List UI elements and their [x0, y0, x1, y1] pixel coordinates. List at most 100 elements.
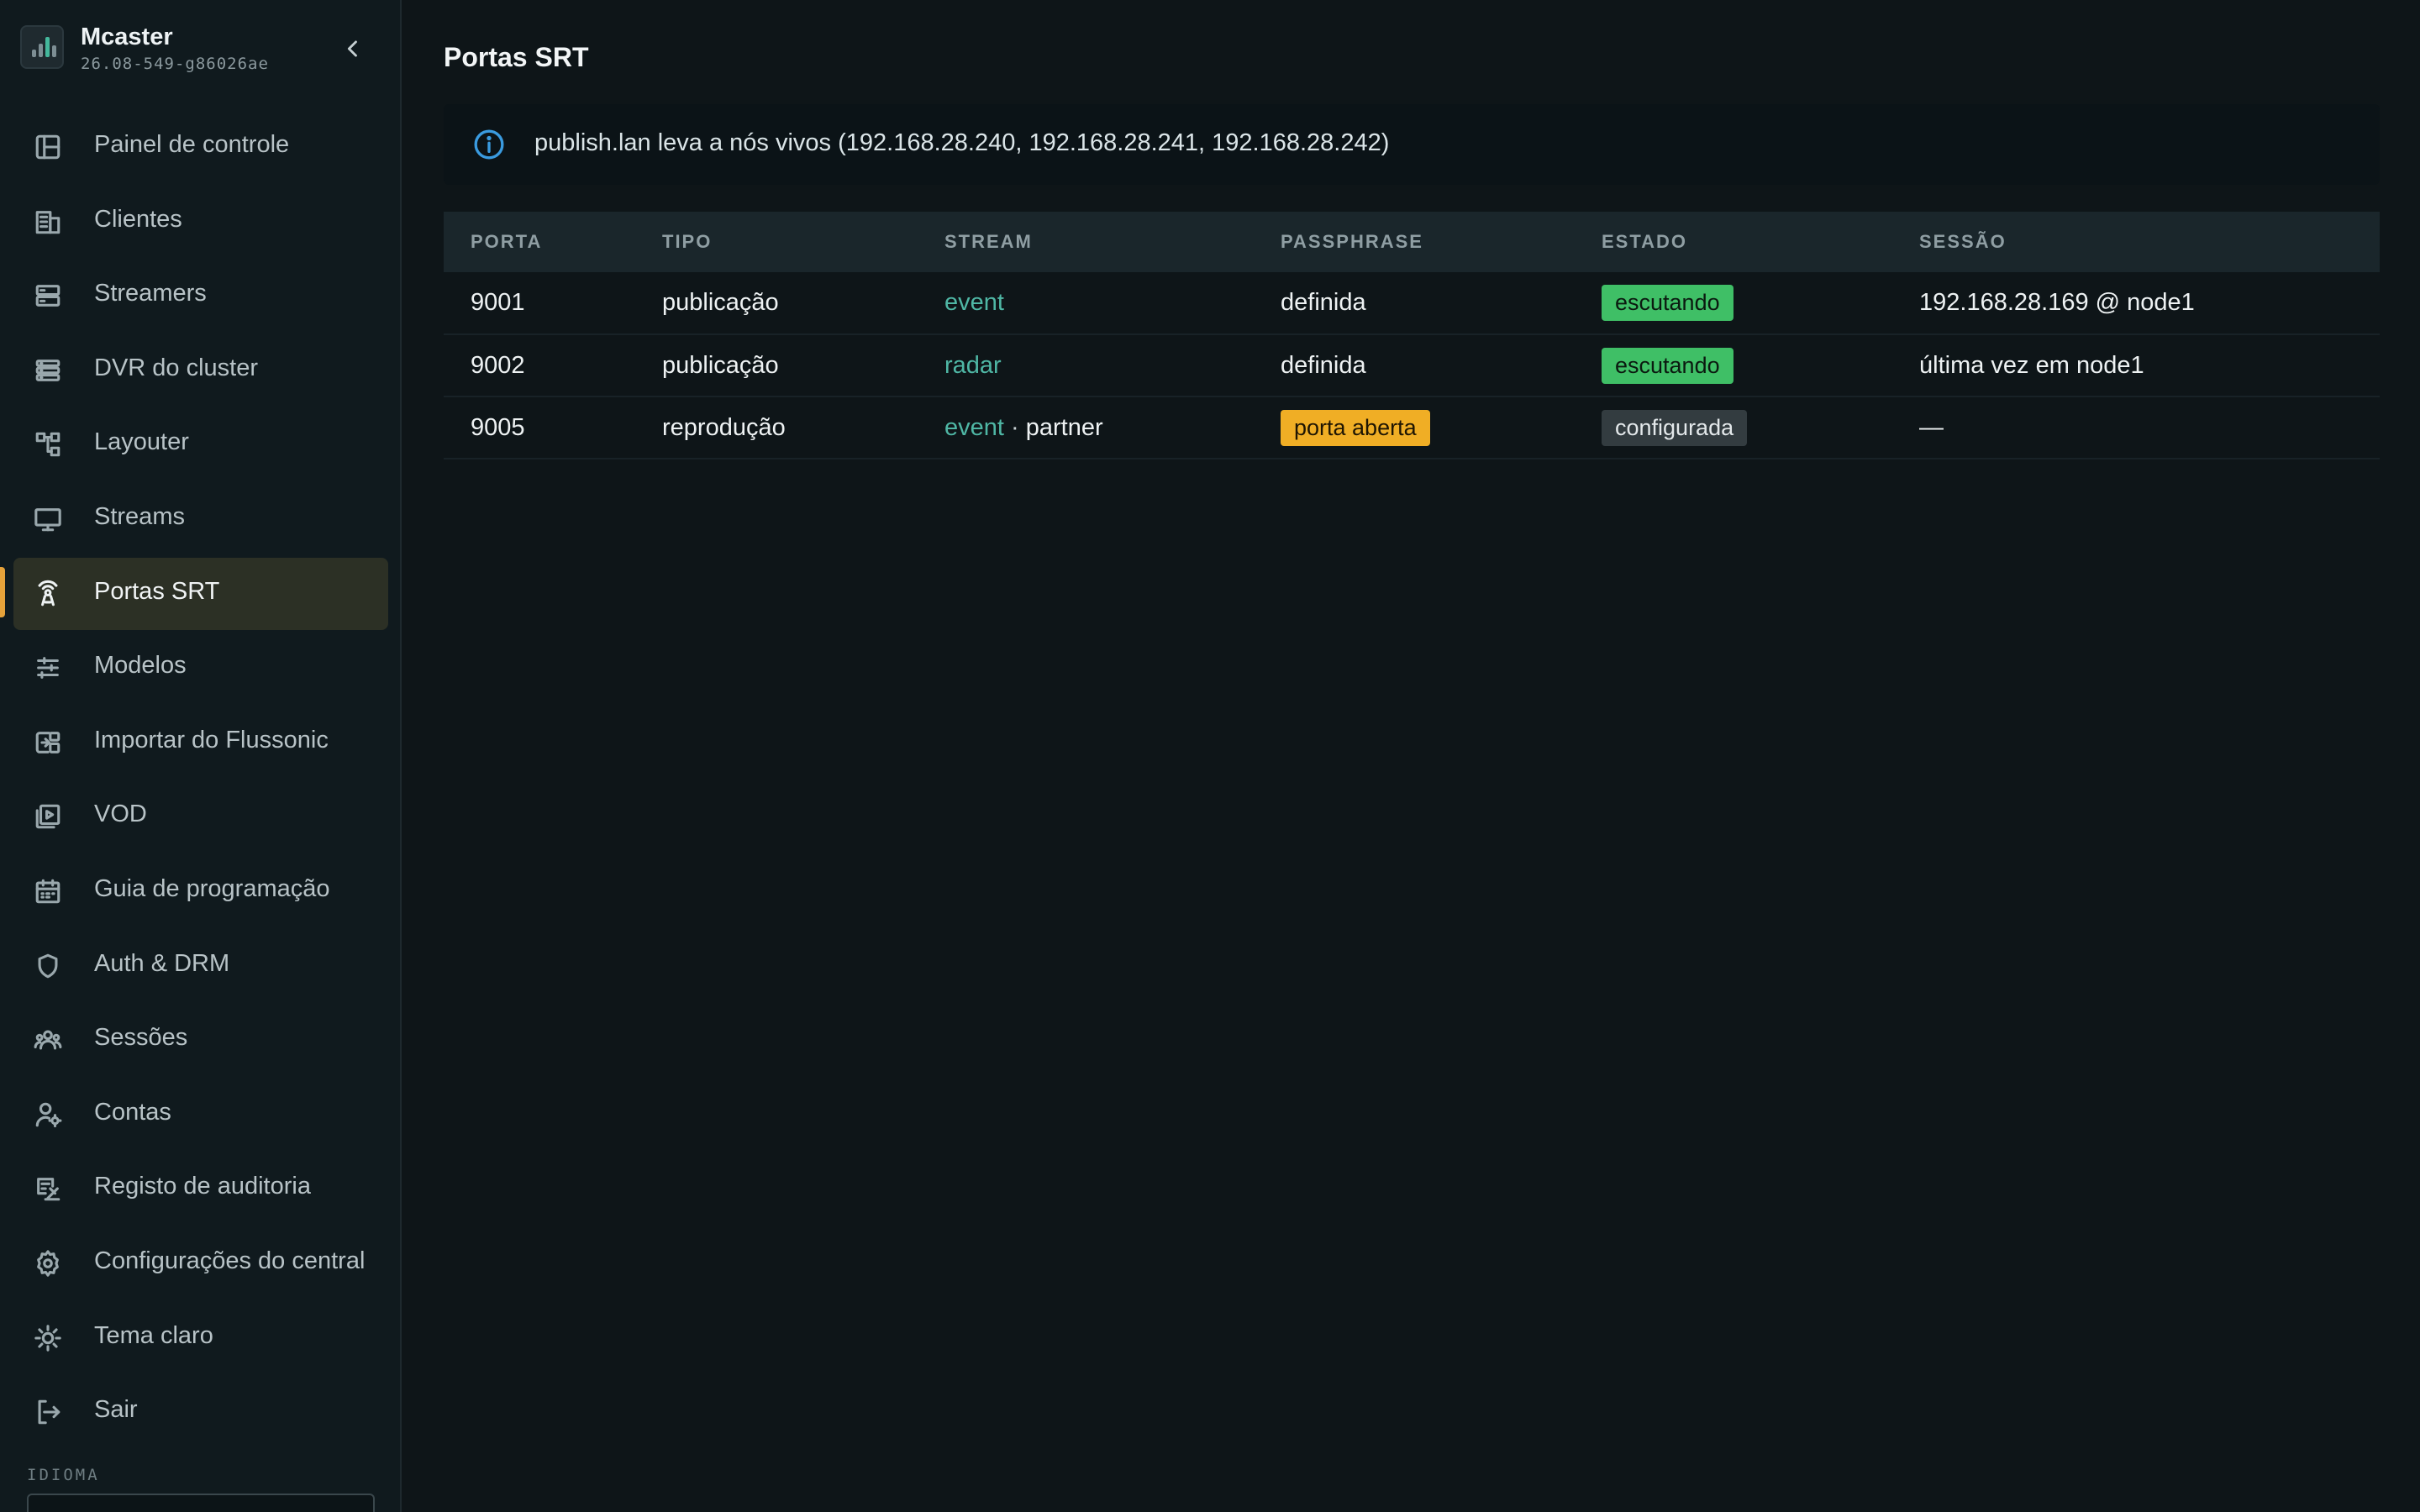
- info-banner: publish.lan leva a nós vivos (192.168.28…: [444, 104, 2380, 185]
- sidebar-item-program-guide[interactable]: Guia de programação: [13, 855, 388, 927]
- stream-cell: radar: [918, 334, 1254, 397]
- stream-partner: partner: [1025, 413, 1103, 441]
- chevron-left-icon: [347, 40, 357, 57]
- audit-icon: [34, 1174, 62, 1203]
- sidebar-item-light-theme[interactable]: Tema claro: [13, 1302, 388, 1374]
- type-cell: publicação: [635, 334, 918, 397]
- passphrase-cell: porta aberta: [1254, 396, 1575, 459]
- stream-cell: event: [918, 272, 1254, 335]
- table-row: 9005 reprodução event · partner porta ab…: [444, 396, 2380, 459]
- state-cell: escutando: [1575, 272, 1892, 335]
- sidebar-nav: Painel de controle Clientes Streamers DV…: [13, 111, 388, 1451]
- port-cell: 9002: [444, 334, 635, 397]
- app-name: Mcaster: [81, 24, 173, 50]
- open-port-badge: porta aberta: [1281, 409, 1430, 446]
- sidebar-item-streams[interactable]: Streams: [13, 483, 388, 555]
- page-title: Portas SRT: [444, 42, 589, 72]
- app-version: 26.08-549-g86026ae: [81, 55, 269, 73]
- status-badge: configurada: [1602, 409, 1748, 446]
- separator-dot: ·: [1003, 413, 1026, 441]
- sidebar-item-central-settings[interactable]: Configurações do central: [13, 1227, 388, 1299]
- state-cell: escutando: [1575, 334, 1892, 397]
- sidebar-item-label: Sessões: [94, 1024, 188, 1052]
- sidebar-item-dashboard[interactable]: Painel de controle: [13, 111, 388, 183]
- column-header-stream: STREAM: [944, 231, 1033, 252]
- shield-icon: [34, 952, 62, 980]
- sidebar-item-label: DVR do cluster: [94, 354, 259, 381]
- sidebar-item-label: Streams: [94, 502, 185, 530]
- passphrase-cell: definida: [1254, 272, 1575, 335]
- session-cell: —: [1892, 396, 2380, 459]
- port-cell: 9005: [444, 396, 635, 459]
- video-library-icon: [34, 802, 62, 831]
- sidebar-item-logout[interactable]: Sair: [13, 1376, 388, 1448]
- sidebar-item-accounts[interactable]: Contas: [13, 1079, 388, 1151]
- sidebar-item-label: Sair: [94, 1396, 138, 1424]
- table-header-row: PORTA TIPO STREAM PASSPHRASE ESTADO SESS…: [444, 212, 2380, 272]
- status-badge: escutando: [1602, 285, 1733, 321]
- sidebar-item-sessions[interactable]: Sessões: [13, 1004, 388, 1076]
- srt-ports-table: PORTA TIPO STREAM PASSPHRASE ESTADO SESS…: [444, 212, 2380, 459]
- sidebar-item-label: Guia de programação: [94, 874, 330, 902]
- main-content: Portas SRT publish.lan leva a nós vivos …: [403, 0, 2420, 1512]
- calendar-icon: [34, 877, 62, 906]
- active-indicator: [0, 567, 5, 617]
- language-label: IDIOMA: [27, 1466, 100, 1484]
- sidebar-item-auth-drm[interactable]: Auth & DRM: [13, 930, 388, 1002]
- sidebar-item-srt-ports[interactable]: Portas SRT: [13, 557, 388, 630]
- sun-icon: [34, 1324, 62, 1352]
- sidebar-item-models[interactable]: Modelos: [13, 632, 388, 704]
- sidebar: Mcaster 26.08-549-g86026ae Painel de con…: [0, 0, 402, 1512]
- logout-icon: [34, 1398, 62, 1426]
- info-icon: [474, 129, 504, 160]
- stream-link[interactable]: event: [944, 414, 1004, 441]
- sidebar-item-label: Configurações do central: [94, 1247, 366, 1274]
- language-select[interactable]: [27, 1494, 375, 1512]
- sidebar-item-import-flussonic[interactable]: Importar do Flussonic: [13, 706, 388, 779]
- sidebar-item-label: Tema claro: [94, 1321, 213, 1349]
- building-icon: [34, 207, 62, 236]
- sidebar-item-label: Painel de controle: [94, 131, 290, 158]
- sidebar-item-vod[interactable]: VOD: [13, 780, 388, 853]
- collapse-sidebar-button[interactable]: [334, 30, 371, 67]
- sidebar-item-layouter[interactable]: Layouter: [13, 408, 388, 480]
- stream-link[interactable]: event: [944, 289, 1004, 316]
- info-text: publish.lan leva a nós vivos (192.168.28…: [534, 129, 1390, 156]
- type-cell: reprodução: [635, 396, 918, 459]
- sliders-icon: [34, 654, 62, 682]
- stream-cell: event · partner: [918, 396, 1254, 459]
- dashboard-icon: [34, 133, 62, 161]
- column-header-type: TIPO: [662, 231, 713, 252]
- sidebar-item-label: Modelos: [94, 652, 187, 680]
- sidebar-item-audit-log[interactable]: Registo de auditoria: [13, 1152, 388, 1225]
- sidebar-item-clients[interactable]: Clientes: [13, 186, 388, 258]
- logo-icon: [20, 25, 64, 69]
- session-cell: 192.168.28.169 @ node1: [1892, 272, 2380, 335]
- user-gear-icon: [34, 1100, 62, 1129]
- type-cell: publicação: [635, 272, 918, 335]
- session-cell: última vez em node1: [1892, 334, 2380, 397]
- stream-link[interactable]: radar: [944, 352, 1002, 379]
- sidebar-item-label: Layouter: [94, 428, 189, 456]
- status-badge: escutando: [1602, 347, 1733, 384]
- server-icon: [34, 281, 62, 310]
- column-header-session: SESSÃO: [1919, 231, 2007, 252]
- sidebar-item-label: Clientes: [94, 205, 182, 233]
- column-header-state: ESTADO: [1602, 231, 1688, 252]
- sidebar-item-label: VOD: [94, 801, 147, 828]
- sidebar-item-label: Contas: [94, 1098, 171, 1126]
- users-icon: [34, 1026, 62, 1054]
- column-header-port: PORTA: [471, 231, 543, 252]
- gear-icon: [34, 1249, 62, 1278]
- broadcast-icon: [34, 580, 62, 608]
- sidebar-item-streamers[interactable]: Streamers: [13, 260, 388, 332]
- monitor-icon: [34, 505, 62, 533]
- column-header-passphrase: PASSPHRASE: [1281, 231, 1423, 252]
- sidebar-item-label: Auth & DRM: [94, 949, 230, 977]
- import-icon: [34, 728, 62, 757]
- database-icon: [34, 356, 62, 385]
- sidebar-item-label: Importar do Flussonic: [94, 726, 329, 753]
- sidebar-item-label: Streamers: [94, 280, 207, 307]
- port-cell: 9001: [444, 272, 635, 335]
- sidebar-item-cluster-dvr[interactable]: DVR do cluster: [13, 334, 388, 407]
